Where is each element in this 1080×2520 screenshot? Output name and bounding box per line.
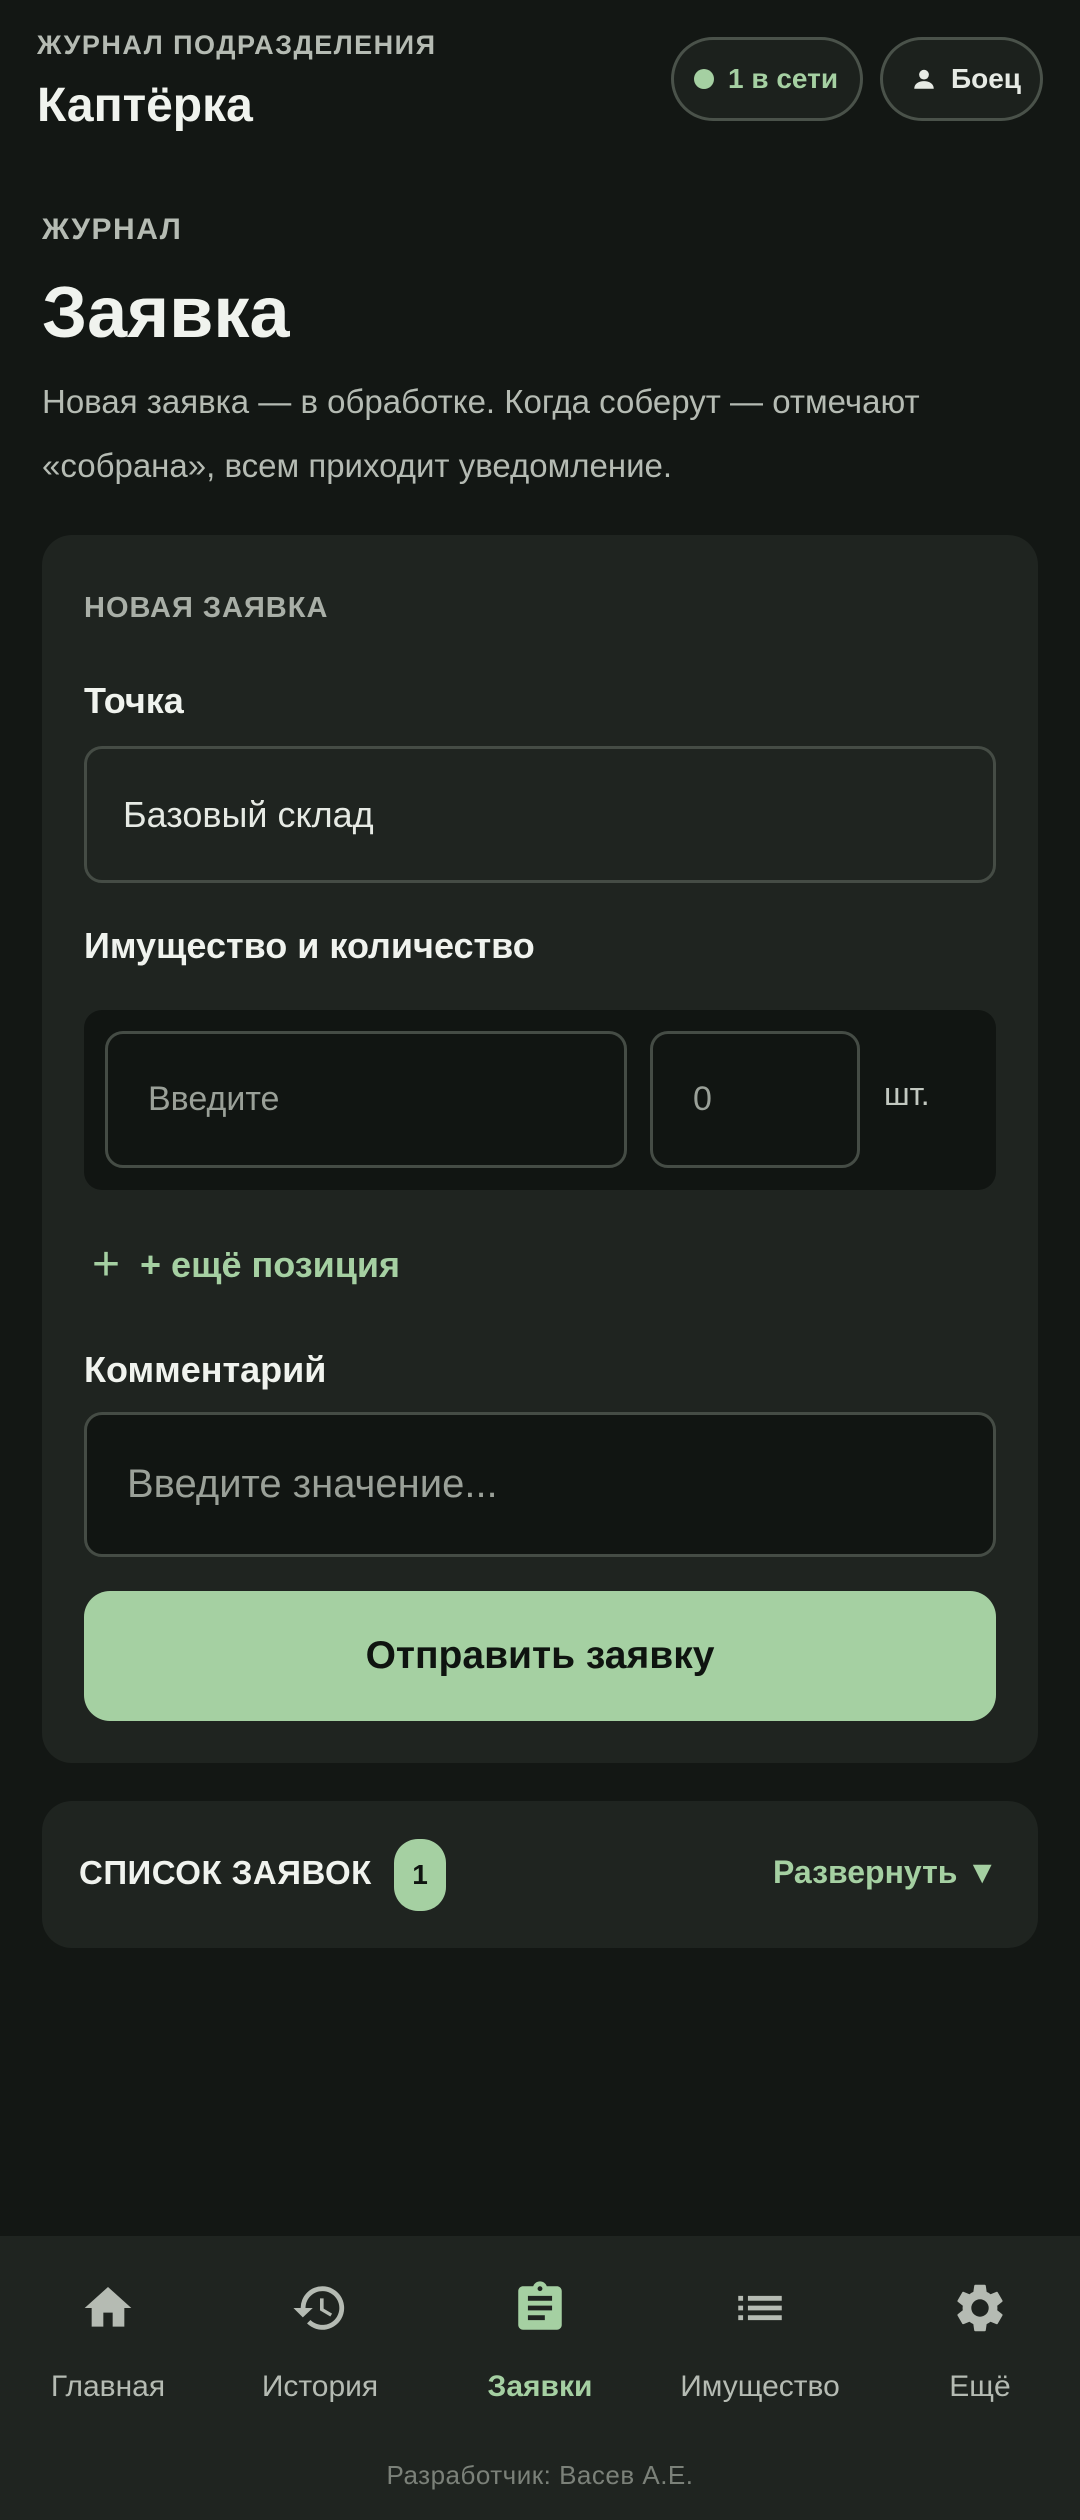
page-description: Новая заявка — в обработке. Когда соберу… xyxy=(42,383,920,484)
gear-icon xyxy=(957,2284,1003,2332)
card-eyebrow: НОВАЯ ЗАЯВКА xyxy=(84,592,329,624)
nav-label-property: Имущество xyxy=(680,2370,840,2403)
plus-icon: + xyxy=(92,1238,121,1291)
point-value: Базовый склад xyxy=(123,793,374,835)
list-icon xyxy=(738,2295,782,2321)
developer-credit: Разработчик: Васев А.Е. xyxy=(386,2460,694,2490)
add-position-button[interactable]: + + ещё позиция xyxy=(92,1235,400,1295)
home-icon xyxy=(84,2287,132,2327)
requests-list-title: СПИСОК ЗАЯВОК xyxy=(79,1854,372,1891)
item-quantity-input[interactable]: 0 xyxy=(650,1031,860,1168)
app-header: ЖУРНАЛ ПОДРАЗДЕЛЕНИЯ Каптёрка 1 в сети Б… xyxy=(0,0,1080,150)
requests-count-badge: 1 xyxy=(394,1839,446,1911)
nav-label-history: История xyxy=(261,2370,379,2403)
item-name-placeholder: Введите xyxy=(148,1080,280,1118)
nav-label-more: Ещё xyxy=(949,2370,1011,2403)
point-label: Точка xyxy=(84,680,184,721)
clipboard-icon xyxy=(518,2281,562,2330)
submit-request-button[interactable]: Отправить заявку xyxy=(84,1591,996,1721)
item-row: Введите 0 шт. xyxy=(84,1010,996,1190)
add-position-label: + ещё позиция xyxy=(140,1244,401,1285)
app-subtitle: ЖУРНАЛ ПОДРАЗДЕЛЕНИЯ xyxy=(37,30,437,60)
nav-item-property[interactable]: Имущество xyxy=(652,2276,868,2404)
comment-label: Комментарий xyxy=(84,1349,327,1390)
new-request-card: НОВАЯ ЗАЯВКА Точка Базовый склад Имущест… xyxy=(42,535,1038,1763)
item-name-input[interactable]: Введите xyxy=(105,1031,627,1168)
requests-list-card[interactable]: СПИСОК ЗАЯВОК 1 Развернуть ▼ xyxy=(42,1801,1038,1948)
comment-input[interactable]: Введите значение... xyxy=(84,1412,996,1557)
bottom-navigation: Главная История Заявки Имущество Ещё Раз… xyxy=(0,2236,1080,2520)
section-eyebrow: ЖУРНАЛ xyxy=(42,213,183,246)
app-screen: ЖУРНАЛ ПОДРАЗДЕЛЕНИЯ Каптёрка 1 в сети Б… xyxy=(0,0,1080,2520)
nav-item-more[interactable]: Ещё xyxy=(872,2276,1080,2404)
history-icon xyxy=(293,2286,345,2330)
person-icon xyxy=(914,69,934,89)
page-title: Заявка xyxy=(42,273,290,353)
nav-label-home: Главная xyxy=(50,2370,166,2403)
expand-button[interactable]: Развернуть ▼ xyxy=(773,1854,998,1891)
point-select[interactable]: Базовый склад xyxy=(84,746,996,883)
items-label: Имущество и количество xyxy=(84,925,535,966)
unit-label: шт. xyxy=(884,1076,930,1112)
nav-label-requests: Заявки xyxy=(487,2370,593,2403)
online-dot-icon xyxy=(694,69,714,89)
item-quantity-placeholder: 0 xyxy=(693,1080,712,1118)
app-title: Каптёрка xyxy=(37,79,253,132)
online-status-chip[interactable]: 1 в сети xyxy=(671,37,863,121)
user-role-chip[interactable]: Боец xyxy=(880,37,1043,121)
nav-item-requests[interactable]: Заявки xyxy=(432,2276,648,2404)
comment-placeholder: Введите значение... xyxy=(127,1462,498,1506)
nav-item-home[interactable]: Главная xyxy=(0,2276,216,2404)
nav-item-history[interactable]: История xyxy=(212,2276,428,2404)
user-role-label: Боец xyxy=(951,63,1022,94)
online-status-label: 1 в сети xyxy=(728,63,839,94)
